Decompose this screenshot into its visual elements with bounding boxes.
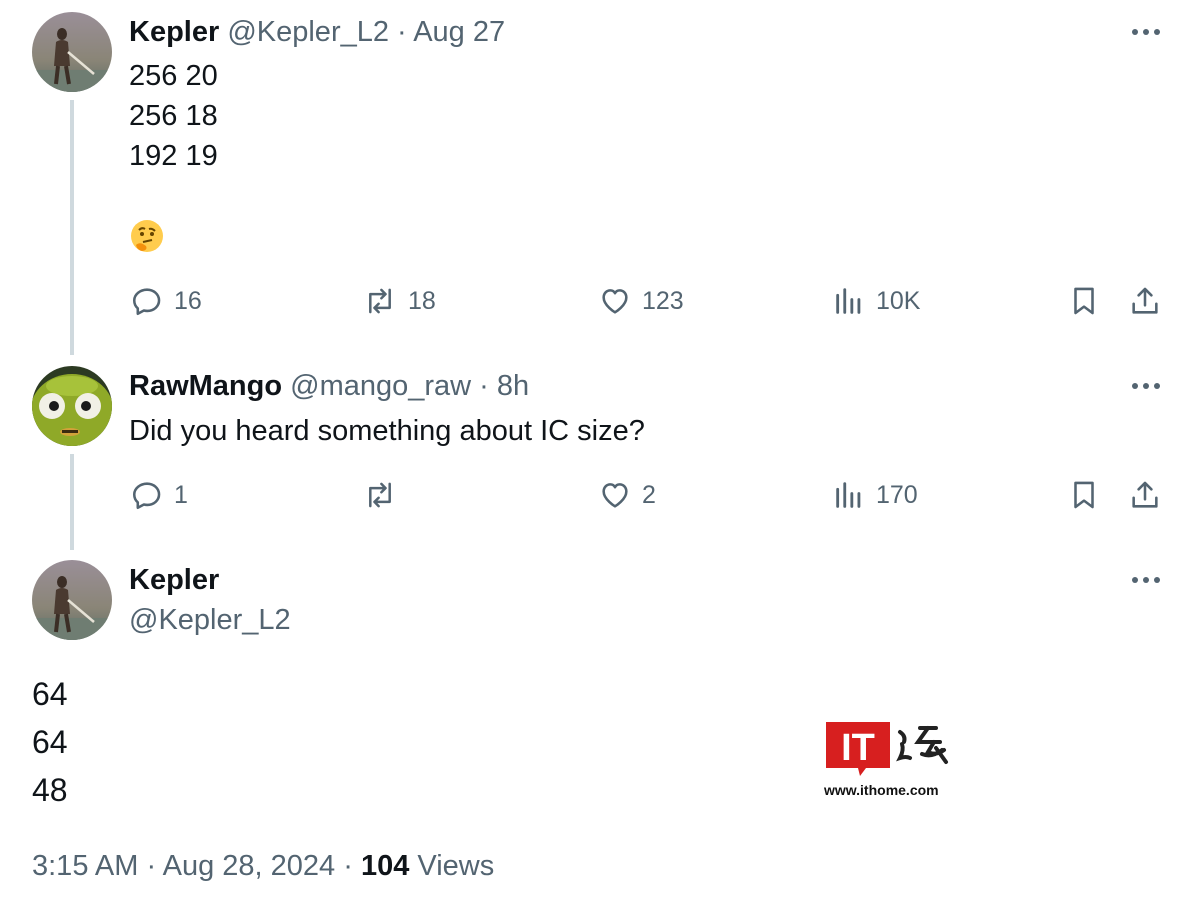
thread-line [70, 454, 74, 550]
like-count: 123 [642, 286, 684, 315]
bookmark-icon [1074, 481, 1094, 509]
author-handle[interactable]: @Kepler_L2 [227, 16, 389, 48]
like-button[interactable]: 2 [598, 478, 656, 512]
tweet-line: 64 [32, 724, 68, 760]
tweet-line: 256 18 [129, 100, 218, 132]
separator: · [479, 370, 489, 402]
logo-text: IT [841, 727, 875, 769]
reply-icon [132, 482, 161, 510]
tweet-text: Did you heard something about IC size? [129, 415, 645, 447]
watermark-url: www.ithome.com [824, 782, 939, 798]
share-icon [1132, 287, 1158, 314]
repost-count: 18 [408, 286, 436, 315]
ithome-watermark: IT www.ithome.com [824, 720, 960, 802]
tweet-text: 256 20 256 18 192 19 [129, 56, 218, 176]
author-name[interactable]: RawMango [129, 370, 282, 402]
tweet-date[interactable]: Aug 28, 2024 [163, 850, 336, 882]
views-count: 104 [360, 850, 410, 882]
like-count: 2 [642, 480, 656, 509]
avatar[interactable] [32, 366, 112, 446]
tweet-footer: 3:15 AM · Aug 28, 2024 · 104 Views [32, 846, 494, 886]
tweet-text: 64 64 48 [32, 670, 68, 814]
reply-count: 16 [174, 286, 202, 315]
share-button[interactable] [1128, 478, 1162, 512]
share-icon [1132, 481, 1158, 508]
reply-button[interactable]: 1 [130, 478, 188, 512]
views-count: 10K [876, 286, 921, 315]
author-name[interactable]: Kepler [129, 561, 219, 599]
analytics-icon [836, 482, 861, 508]
more-options-icon[interactable] [1126, 376, 1166, 396]
ithome-logo: IT [826, 722, 948, 776]
tweet-line: 256 20 [129, 60, 218, 92]
analytics-icon [836, 288, 861, 314]
tweet-line: 192 19 [129, 140, 218, 172]
share-button[interactable] [1128, 284, 1162, 318]
separator: · [146, 850, 157, 882]
avatar[interactable] [32, 560, 112, 640]
author-name[interactable]: Kepler [129, 16, 219, 48]
more-options-icon[interactable] [1126, 570, 1166, 590]
repost-icon [369, 288, 391, 314]
like-button[interactable]: 123 [598, 284, 684, 318]
author-handle[interactable]: @mango_raw [290, 370, 471, 402]
thinking-face-emoji-icon [131, 220, 163, 252]
tweet-header: Kepler @Kepler_L2 · Aug 27 [129, 13, 505, 51]
repost-button[interactable] [362, 478, 408, 512]
repost-button[interactable]: 18 [362, 284, 436, 318]
more-options-icon[interactable] [1126, 22, 1166, 42]
reply-count: 1 [174, 480, 188, 509]
avatar[interactable] [32, 12, 112, 92]
thread-line [70, 100, 74, 355]
tweet-time[interactable]: 3:15 AM [32, 850, 138, 882]
bookmark-icon [1074, 287, 1094, 315]
tweet-time[interactable]: 8h [497, 370, 529, 402]
tweet-line: 64 [32, 676, 68, 712]
views-count: 170 [876, 480, 918, 509]
tweet-time[interactable]: Aug 27 [413, 16, 505, 48]
views-label: Views [417, 850, 495, 882]
author-handle[interactable]: @Kepler_L2 [129, 601, 291, 639]
heart-icon [602, 483, 628, 508]
tweet-line: 48 [32, 772, 68, 808]
tweet-header: RawMango @mango_raw · 8h [129, 367, 529, 405]
bookmark-button[interactable] [1067, 478, 1101, 512]
reply-icon [132, 288, 161, 316]
separator: · [397, 16, 407, 48]
repost-icon [369, 482, 391, 508]
heart-icon [602, 289, 628, 314]
bookmark-button[interactable] [1067, 284, 1101, 318]
separator: · [343, 850, 353, 882]
views-button[interactable]: 10K [832, 284, 920, 318]
views-button[interactable]: 170 [832, 478, 918, 512]
reply-button[interactable]: 16 [130, 284, 202, 318]
